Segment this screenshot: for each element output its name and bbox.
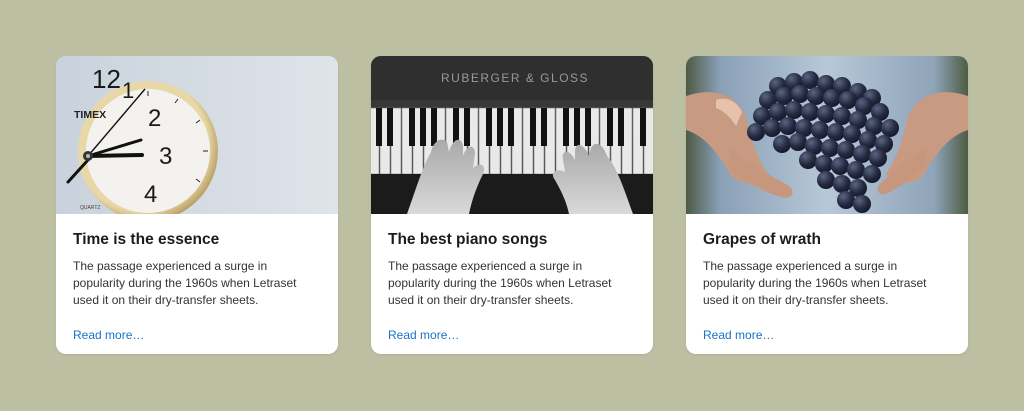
- piano-photo[interactable]: RUBERGER & GLOSS: [371, 56, 653, 214]
- card-body: Time is the essence The passage experien…: [56, 214, 338, 344]
- read-more-link[interactable]: Read more…: [703, 328, 774, 342]
- clock-numeral-12: 12: [92, 64, 121, 94]
- clock-numeral-3: 3: [159, 143, 172, 170]
- clock-sub: QUARTZ: [80, 205, 100, 211]
- card-body: The best piano songs The passage experie…: [371, 214, 653, 344]
- piano-brand: RUBERGER & GLOSS: [441, 71, 589, 85]
- card-list: 12 1 2 3 4 TIMEX QUARTZ Time is the esse…: [56, 56, 968, 354]
- clock-numeral-1: 1: [122, 78, 134, 103]
- card-description: The passage experienced a surge in popul…: [73, 258, 297, 307]
- card-time: 12 1 2 3 4 TIMEX QUARTZ Time is the esse…: [56, 56, 338, 354]
- clock-numeral-2: 2: [148, 105, 161, 132]
- card-grapes: Grapes of wrath The passage experienced …: [686, 56, 968, 354]
- read-more-link[interactable]: Read more…: [388, 328, 459, 342]
- read-more-link[interactable]: Read more…: [73, 328, 144, 342]
- card-description: The passage experienced a surge in popul…: [388, 258, 612, 307]
- clock-numeral-4: 4: [144, 181, 157, 208]
- card-title[interactable]: Time is the essence: [73, 231, 321, 250]
- card-description: The passage experienced a surge in popul…: [703, 258, 927, 307]
- grapes-photo[interactable]: [686, 56, 968, 214]
- card-title[interactable]: The best piano songs: [388, 231, 636, 250]
- clock-photo[interactable]: 12 1 2 3 4 TIMEX QUARTZ: [56, 56, 338, 214]
- card-title[interactable]: Grapes of wrath: [703, 231, 951, 250]
- card-body: Grapes of wrath The passage experienced …: [686, 214, 968, 344]
- card-piano: RUBERGER & GLOSS The best piano songs Th…: [371, 56, 653, 354]
- clock-brand: TIMEX: [74, 109, 106, 121]
